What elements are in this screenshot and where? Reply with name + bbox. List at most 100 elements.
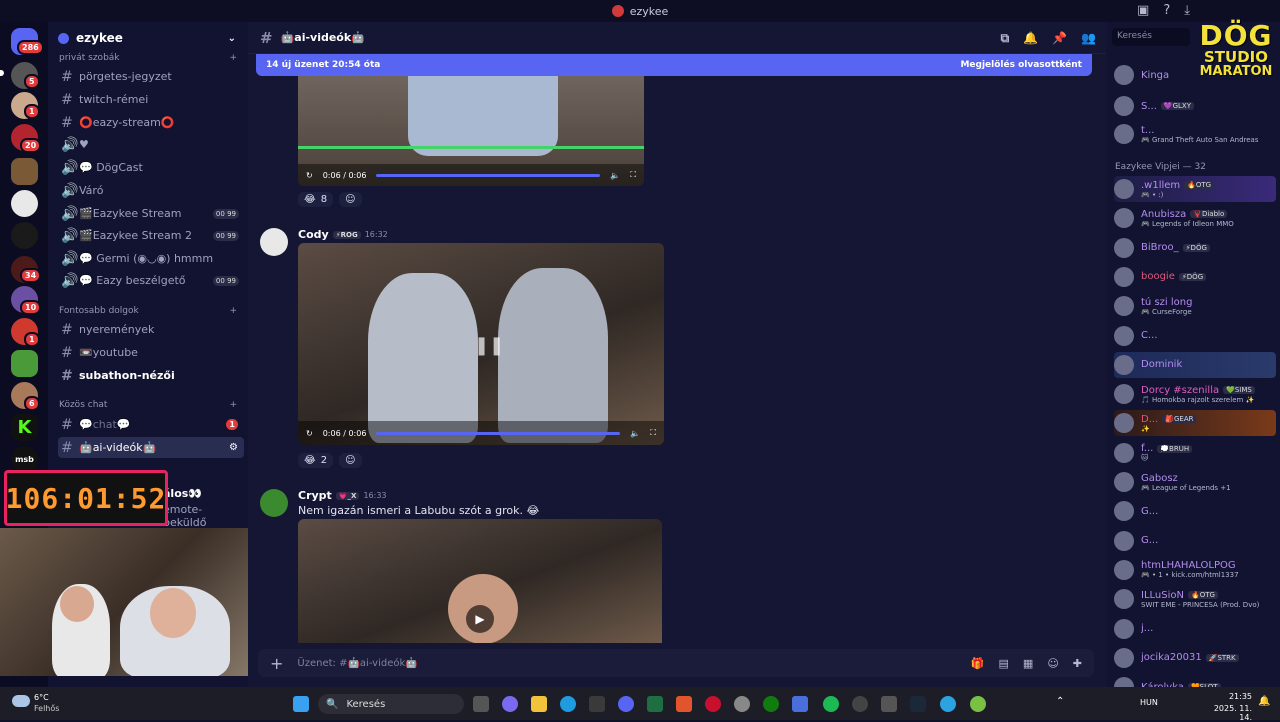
fullscreen-icon[interactable]: ⛶: [630, 170, 636, 180]
category-header[interactable]: privát szobák +: [59, 53, 237, 63]
app-icon[interactable]: [970, 696, 986, 712]
obs-icon[interactable]: [852, 696, 868, 712]
pause-icon[interactable]: ❚❚: [474, 335, 504, 356]
voice-channel-item[interactable]: 🔊 ♥: [58, 134, 244, 155]
notification-icon[interactable]: 🔔: [1258, 696, 1270, 707]
weather-desc[interactable]: Felhős: [34, 704, 59, 713]
help-icon[interactable]: ?: [1163, 3, 1170, 18]
edge-icon[interactable]: [560, 696, 576, 712]
channel-item[interactable]: # ⭕eazy-stream⭕: [58, 112, 244, 133]
add-icon[interactable]: +: [229, 400, 237, 410]
category-header[interactable]: Fontosabb dolgok +: [59, 306, 237, 316]
video-attachment[interactable]: ▶: [298, 519, 662, 643]
member-item[interactable]: t... 🎮 Grand Theft Auto San Andreas: [1114, 121, 1276, 147]
fullscreen-icon[interactable]: ⛶: [650, 428, 656, 438]
avatar[interactable]: [260, 228, 288, 256]
channel-item[interactable]: # 📼youtube: [58, 342, 244, 363]
calculator-icon[interactable]: [881, 696, 897, 712]
xbox-icon[interactable]: [763, 696, 779, 712]
gif-icon[interactable]: ▤: [999, 657, 1009, 670]
voice-channel-item[interactable]: 🔊 💬 Germi (◉◡◉) hmmm: [58, 248, 244, 269]
member-item[interactable]: Kinga: [1114, 62, 1276, 88]
tray-chevron-icon[interactable]: ⌃: [1056, 696, 1064, 707]
download-icon[interactable]: ⤓: [1184, 3, 1190, 18]
search-input[interactable]: Keresés: [1112, 28, 1190, 46]
member-item[interactable]: Dominik: [1114, 351, 1276, 378]
file-explorer-icon[interactable]: [531, 696, 547, 712]
voice-channel-item[interactable]: 🔊 💬 Eazy beszélgető 00 99: [58, 270, 244, 291]
task-view-icon[interactable]: [473, 696, 489, 712]
app-icon[interactable]: [705, 696, 721, 712]
members-icon[interactable]: 👥: [1081, 31, 1096, 46]
server-icon[interactable]: [11, 222, 38, 249]
member-item[interactable]: jocika20031 🚀STRK: [1114, 645, 1276, 671]
server-header[interactable]: ezykee ⌄: [48, 22, 248, 54]
add-icon[interactable]: +: [229, 53, 237, 63]
member-item[interactable]: .w1llem 🔥OTG 🎮 • :): [1114, 176, 1276, 202]
inbox-icon[interactable]: ▣: [1137, 3, 1149, 18]
avatar[interactable]: [260, 489, 288, 517]
member-item[interactable]: Gabosz 🎮 League of Legends +1: [1114, 469, 1276, 495]
video-attachment[interactable]: ❚❚ ↻ 0:06 / 0:06 🔈 ⛶: [298, 243, 664, 445]
gift-icon[interactable]: 🎁: [971, 657, 985, 670]
voice-channel-item[interactable]: 🔊 Váró: [58, 180, 244, 201]
member-item[interactable]: BiBroo_ ⚡DÖG: [1114, 235, 1276, 261]
member-item[interactable]: ILLuSioN 🔥OTG SWIT EME - PRINCESA (Prod. D…: [1114, 586, 1276, 612]
member-item[interactable]: C...: [1114, 323, 1276, 349]
add-reaction-icon[interactable]: ☺: [339, 453, 362, 468]
member-item[interactable]: G...: [1114, 528, 1276, 554]
telegram-icon[interactable]: [940, 696, 956, 712]
video-attachment[interactable]: ↻ 0:06 / 0:06 🔈 ⛶: [298, 76, 644, 186]
server-icon[interactable]: [11, 158, 38, 185]
member-item[interactable]: j...: [1114, 616, 1276, 642]
language-indicator[interactable]: HUN: [1140, 698, 1158, 707]
emoji-icon[interactable]: ☺: [1047, 657, 1058, 670]
member-item[interactable]: tú szi long 🎮 CurseForge: [1114, 293, 1276, 319]
member-item[interactable]: G...: [1114, 498, 1276, 524]
message-input[interactable]: Üzenet: #🤖ai-videók🤖: [297, 658, 417, 669]
server-icon[interactable]: [11, 190, 38, 217]
channel-item[interactable]: # twitch-rémei: [58, 89, 244, 110]
channel-item-unread[interactable]: # subathon-nézői: [58, 365, 244, 386]
add-attachment-icon[interactable]: +: [270, 654, 283, 673]
clock-date[interactable]: 2025. 11. 14.: [1206, 704, 1252, 722]
store-icon[interactable]: [589, 696, 605, 712]
add-icon[interactable]: +: [229, 306, 237, 316]
notepad-icon[interactable]: [792, 696, 808, 712]
channel-item[interactable]: emote-beküldő: [160, 503, 244, 529]
member-item[interactable]: S... 💜GLXY: [1114, 93, 1276, 119]
reaction-laugh[interactable]: 😂 8: [298, 192, 334, 207]
steam-icon[interactable]: [910, 696, 926, 712]
member-item[interactable]: boogie ⚡DÖG: [1114, 264, 1276, 290]
msb-server-icon[interactable]: msb: [11, 446, 38, 473]
voice-channel-item[interactable]: 🔊 🎬Eazykee Stream 2 00 99: [58, 225, 244, 246]
new-messages-bar[interactable]: 14 új üzenet 20:54 óta Megjelölés olvaso…: [256, 54, 1092, 76]
brave-icon[interactable]: [676, 696, 692, 712]
play-icon[interactable]: ▶: [466, 605, 494, 633]
clock-time[interactable]: 21:35: [1226, 692, 1252, 701]
voice-channel-item[interactable]: 🔊 💬 DögCast: [58, 157, 244, 178]
member-item[interactable]: Anubisza 🦞Diablo 🎮 Legends of Idleon MMO: [1114, 205, 1276, 231]
settings-icon[interactable]: [734, 696, 750, 712]
apps-icon[interactable]: ✚: [1073, 657, 1082, 670]
replay-icon[interactable]: ↻: [306, 171, 313, 180]
channel-item[interactable]: # nyeremények: [58, 319, 244, 340]
bell-icon[interactable]: 🔔: [1023, 31, 1038, 46]
add-reaction-icon[interactable]: ☺: [339, 192, 362, 207]
server-icon[interactable]: [11, 350, 38, 377]
weather-temp[interactable]: 6°C: [34, 693, 49, 702]
discord-taskbar-icon[interactable]: [618, 696, 634, 712]
channel-item[interactable]: # pörgetes-jegyzet: [58, 66, 244, 87]
username[interactable]: Cody: [298, 228, 329, 241]
channel-item[interactable]: # 💬chat💬 1: [58, 414, 244, 435]
reaction-laugh[interactable]: 😂 2: [298, 453, 334, 468]
settings-icon[interactable]: ⚙: [229, 442, 238, 453]
taskbar-search[interactable]: 🔍 Keresés: [318, 694, 464, 714]
volume-icon[interactable]: 🔈: [630, 429, 640, 438]
username[interactable]: Crypt: [298, 489, 332, 502]
voice-channel-item[interactable]: 🔊 🎬Eazykee Stream 00 99: [58, 203, 244, 224]
spotify-icon[interactable]: [823, 696, 839, 712]
replay-icon[interactable]: ↻: [306, 429, 313, 438]
kick-server-icon[interactable]: K: [11, 414, 38, 441]
pin-icon[interactable]: 📌: [1052, 31, 1067, 46]
